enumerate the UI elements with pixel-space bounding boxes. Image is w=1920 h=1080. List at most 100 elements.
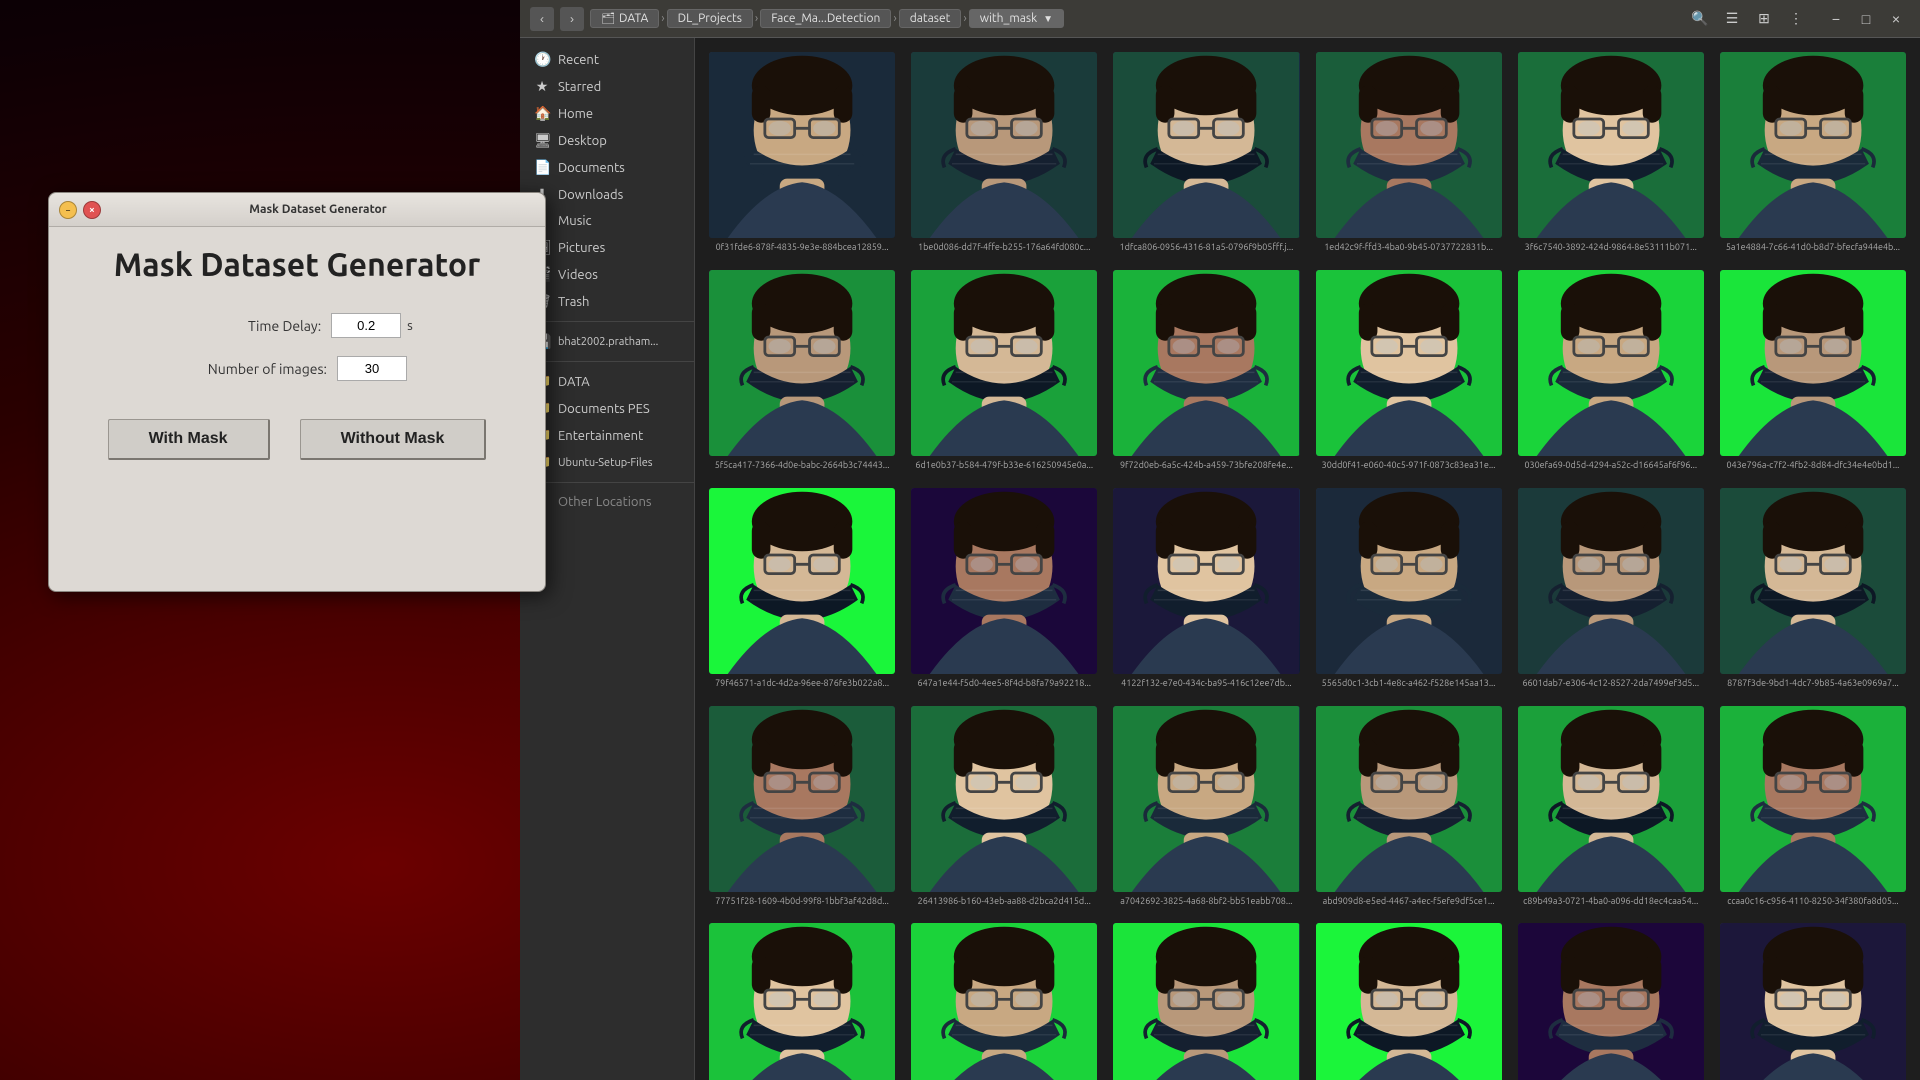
image-item[interactable]: 3f6c7540-3892-424d-9864-8e53111b071... [1514,48,1708,258]
sidebar-divider-1 [520,321,694,322]
dialog-title: Mask Dataset Generator [101,203,535,216]
image-item[interactable]: 1be0d086-dd7f-4ffe-b255-176a64fd080c... [907,48,1101,258]
sidebar-item-music[interactable]: ♪ Music [520,208,694,234]
desktop-icon: 🖥 [534,132,550,149]
with-mask-button[interactable]: With Mask [108,419,270,460]
view-options-button[interactable]: ⊞ [1750,5,1778,33]
image-item[interactable]: 5a1e4884-7c66-41d0-b8d7-bfecfa944e4b... [1716,48,1910,258]
breadcrumb-dataset[interactable]: dataset [899,9,962,28]
image-item[interactable]: 043e796a-c7f2-4fb2-8d84-dfc34e4e0bd1... [1716,266,1910,476]
image-item[interactable]: d8070e3c-a4ae-4562-abc1... [1514,919,1708,1080]
time-delay-input[interactable] [331,313,401,338]
breadcrumb-data[interactable]: 🗂 DATA [590,9,659,28]
image-filename: 1ed42c9f-ffd3-4ba0-9b45-0737722831b... [1324,242,1493,254]
without-mask-button[interactable]: Without Mask [300,419,487,460]
dialog-window-controls: − × [59,201,101,219]
dialog-close-button[interactable]: × [83,201,101,219]
starred-icon: ★ [534,78,550,95]
image-filename: 1dfca806-0956-4316-81a5-0796f9b05fff.j..… [1120,242,1294,254]
image-item[interactable]: 030efa69-0d5d-4294-a52c-d16645af6f96... [1514,266,1708,476]
dialog-body: Mask Dataset Generator Time Delay: s Num… [49,227,545,591]
dialog-minimize-button[interactable]: − [59,201,77,219]
breadcrumb-dlprojects[interactable]: DL_Projects [667,9,753,28]
documents-icon: 📄 [534,159,550,176]
image-filename: 5a1e4884-7c66-41d0-b8d7-bfecfa944e4b... [1726,242,1900,254]
image-item[interactable]: d7696a28-5fbb-4f6d-1234... [1312,919,1506,1080]
image-filename: 4122f132-e7e0-434c-ba95-416c12ee7db... [1121,678,1291,690]
sidebar-item-starred[interactable]: ★ Starred [520,73,694,100]
image-item[interactable]: 5f5ca417-7366-4d0e-babc-2664b3c74443... [705,266,899,476]
search-button[interactable]: 🔍 [1686,5,1714,33]
image-item[interactable]: c89b49a3-0721-4ba0-a096-dd18ec4caa54... [1514,702,1708,912]
sidebar-item-home[interactable]: 🏠 Home [520,100,694,127]
image-filename: 30dd0f41-e060-40c5-971f-0873c83ea31e... [1322,460,1496,472]
sidebar-item-trash[interactable]: 🗑 Trash [520,288,694,315]
image-item[interactable]: 6d1e0b37-b584-479f-b33e-616250945e0a... [907,266,1101,476]
sidebar-item-videos[interactable]: 🎬 Videos [520,261,694,288]
image-item[interactable]: 0f31fde6-878f-4835-9e3e-884bcea12859... [705,48,899,258]
sidebar-item-data-folder[interactable]: 📁 DATA [520,368,694,395]
sidebar-item-documents[interactable]: 📄 Documents [520,154,694,181]
image-filename: 647a1e44-f5d0-4ee5-8f4d-b8fa79a92218... [918,678,1091,690]
image-item[interactable]: 9f72d0eb-6a5c-424b-a459-73bfe208fe4e... [1109,266,1303,476]
sidebar-item-documents-pes[interactable]: 📁 Documents PES [520,395,694,422]
window-close-button[interactable]: × [1882,5,1910,33]
image-item[interactable]: 26413986-b160-43eb-aa88-d2bca2d415d... [907,702,1101,912]
nav-back-button[interactable]: ‹ [530,7,554,31]
image-item[interactable]: 1dfca806-0956-4316-81a5-0796f9b05fff.j..… [1109,48,1303,258]
image-filename: 5565d0c1-3cb1-4e8c-a462-f528e145aa13... [1322,678,1496,690]
recent-icon: 🕐 [534,51,550,68]
num-images-row: Number of images: [79,356,515,381]
image-grid: 0f31fde6-878f-4835-9e3e-884bcea12859... … [705,48,1910,1080]
breadcrumb: 🗂 DATA › DL_Projects › Face_Ma...Detecti… [590,9,1680,28]
nav-forward-button[interactable]: › [560,7,584,31]
image-item[interactable]: 1ed42c9f-ffd3-4ba0-9b45-0737722831b... [1312,48,1506,258]
image-filename: abd909d8-e5ed-4467-a4ec-f5efe9df5ce1... [1323,896,1495,908]
image-item[interactable]: 5565d0c1-3cb1-4e8c-a462-f528e145aa13... [1312,484,1506,694]
image-item[interactable]: f60ca470-d3d1-4b5-abc2... [1716,919,1910,1080]
image-filename: a7042692-3825-4a68-8bf2-bb51eabb708... [1120,896,1292,908]
num-images-label: Number of images: [187,361,327,377]
image-item[interactable]: 30dd0f41-e060-40c5-971f-0873c83ea31e... [1312,266,1506,476]
home-icon: 🏠 [534,105,550,122]
sidebar-item-downloads[interactable]: ⬇ Downloads [520,181,694,208]
image-item[interactable]: abd909d8-e5ed-4467-a4ec-f5efe9df5ce1... [1312,702,1506,912]
image-item[interactable]: cdbef86e-b2a9-440f-bea4... [705,919,899,1080]
image-item[interactable]: ccaa0c16-c956-4110-8250-34f380fa8d05... [1716,702,1910,912]
dialog-action-buttons: With Mask Without Mask [108,419,487,460]
sidebar-item-desktop[interactable]: 🖥 Desktop [520,127,694,154]
image-item[interactable]: 79f46571-a1dc-4d2a-96ee-876fe3b022a8... [705,484,899,694]
image-item[interactable]: d98fcc19-b587-416d-0b3... [1109,919,1303,1080]
image-filename: 77751f28-1609-4b0d-99f8-1bbf3af42d8d... [715,896,889,908]
image-item[interactable]: 77751f28-1609-4b0d-99f8-1bbf3af42d8d... [705,702,899,912]
image-filename: 0f31fde6-878f-4835-9e3e-884bcea12859... [716,242,889,254]
image-filename: ccaa0c16-c956-4110-8250-34f380fa8d05... [1727,896,1898,908]
more-options-button[interactable]: ⋮ [1782,5,1810,33]
image-filename: 8787f3de-9bd1-4dc7-9b85-4a63e0969a7... [1727,678,1899,690]
image-filename: 5f5ca417-7366-4d0e-babc-2664b3c74443... [715,460,890,472]
image-filename: c89b49a3-0721-4ba0-a096-dd18ec4caa54... [1523,896,1698,908]
num-images-input[interactable] [337,356,407,381]
image-item[interactable]: a7042692-3825-4a68-8bf2-bb51eabb708... [1109,702,1303,912]
image-filename: 6601dab7-e306-4c12-8527-2da7499ef3d5... [1522,678,1699,690]
sidebar-item-pictures[interactable]: 🖼 Pictures [520,234,694,261]
window-minimize-button[interactable]: − [1822,5,1850,33]
window-maximize-button[interactable]: □ [1852,5,1880,33]
image-item[interactable]: 6601dab7-e306-4c12-8527-2da7499ef3d5... [1514,484,1708,694]
sidebar-item-bhat2002[interactable]: 💾 bhat2002.pratham... [520,328,694,355]
dialog-titlebar: − × Mask Dataset Generator [49,193,545,227]
sidebar-item-entertainment[interactable]: 📁 Entertainment [520,422,694,449]
breadcrumb-facedetection[interactable]: Face_Ma...Detection [760,9,891,28]
breadcrumb-with-mask[interactable]: with_mask ▼ [969,9,1064,28]
image-item[interactable]: 8787f3de-9bd1-4dc7-9b85-4a63e0969a7... [1716,484,1910,694]
image-item[interactable]: d19a670e-0d25-4a78-bcb... [907,919,1101,1080]
sidebar-item-recent[interactable]: 🕐 Recent [520,46,694,73]
image-filename: 9f72d0eb-6a5c-424b-a459-73bfe208fe4e... [1120,460,1293,472]
image-item[interactable]: 4122f132-e7e0-434c-ba95-416c12ee7db... [1109,484,1303,694]
view-list-button[interactable]: ☰ [1718,5,1746,33]
sidebar-item-other-locations[interactable]: + Other Locations [520,489,694,515]
sidebar-item-ubuntu-setup[interactable]: 📁 Ubuntu-Setup-Files [520,449,694,476]
fm-content: 0f31fde6-878f-4835-9e3e-884bcea12859... … [695,38,1920,1080]
image-item[interactable]: 647a1e44-f5d0-4ee5-8f4d-b8fa79a92218... [907,484,1101,694]
fm-main-area: 🕐 Recent ★ Starred 🏠 Home 🖥 Desktop 📄 Do… [520,38,1920,1080]
